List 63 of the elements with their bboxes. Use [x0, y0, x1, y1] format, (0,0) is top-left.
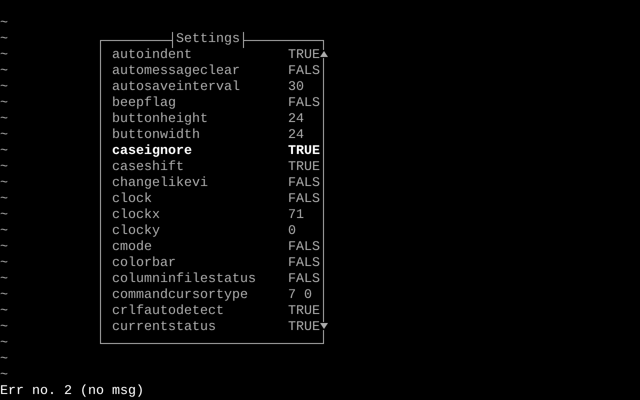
setting-value: FALS	[288, 176, 320, 192]
setting-name[interactable]: cmode	[112, 240, 288, 256]
setting-name[interactable]: colorbar	[112, 256, 288, 272]
empty-line-marker: ~	[0, 240, 8, 256]
empty-line-marker: ~	[0, 160, 8, 176]
setting-value: TRUE	[288, 304, 320, 320]
setting-name[interactable]: currentstatus	[112, 320, 288, 336]
empty-line-marker: ~	[0, 352, 8, 368]
setting-value: TRUE	[288, 160, 320, 176]
empty-line-marker: ~	[0, 112, 8, 128]
setting-value: 24	[288, 128, 305, 144]
setting-name[interactable]: beepflag	[112, 96, 288, 112]
setting-value: TRUE	[288, 144, 320, 160]
empty-line-marker: ~	[0, 336, 8, 352]
setting-value: 30	[288, 80, 305, 96]
status-message: Err no. 2 (no msg)	[0, 384, 144, 400]
setting-value: FALS	[288, 192, 320, 208]
setting-name[interactable]: commandcursortype	[112, 288, 288, 304]
setting-value: TRUE	[288, 320, 320, 336]
setting-name[interactable]: clock	[112, 192, 288, 208]
empty-line-marker: ~	[0, 304, 8, 320]
empty-line-marker: ~	[0, 208, 8, 224]
empty-line-marker: ~	[0, 176, 8, 192]
scroll-down-icon[interactable]	[320, 322, 328, 330]
empty-line-marker: ~	[0, 288, 8, 304]
setting-name[interactable]: caseignore	[112, 144, 288, 160]
empty-line-marker: ~	[0, 320, 8, 336]
setting-value: FALS	[288, 272, 320, 288]
empty-line-marker: ~	[0, 272, 8, 288]
setting-name[interactable]: columninfilestatus	[112, 272, 288, 288]
empty-line-marker: ~	[0, 128, 8, 144]
setting-name[interactable]: automessageclear	[112, 64, 288, 80]
setting-name[interactable]: clocky	[112, 224, 288, 240]
setting-value: 71	[288, 208, 305, 224]
empty-line-marker: ~	[0, 32, 8, 48]
empty-line-marker: ~	[0, 256, 8, 272]
setting-name[interactable]: autoindent	[112, 48, 288, 64]
empty-line-marker: ~	[0, 80, 8, 96]
setting-value: 24	[288, 112, 305, 128]
setting-name[interactable]: clockx	[112, 208, 288, 224]
empty-line-marker: ~	[0, 144, 8, 160]
empty-line-marker: ~	[0, 64, 8, 80]
setting-value: TRUE	[288, 48, 320, 64]
setting-value: FALS	[288, 96, 320, 112]
empty-line-marker: ~	[0, 192, 8, 208]
setting-name[interactable]: autosaveinterval	[112, 80, 288, 96]
setting-value: FALS	[288, 240, 320, 256]
empty-line-marker: ~	[0, 48, 8, 64]
setting-name[interactable]: caseshift	[112, 160, 288, 176]
empty-line-marker: ~	[0, 224, 8, 240]
setting-value: FALS	[288, 64, 320, 80]
empty-line-marker: ~	[0, 16, 8, 32]
dialog-title: Settings	[172, 32, 244, 48]
setting-name[interactable]: changelikevi	[112, 176, 288, 192]
setting-value: FALS	[288, 256, 320, 272]
setting-value: 7 0	[288, 288, 313, 304]
empty-line-marker: ~	[0, 368, 8, 384]
setting-name[interactable]: crlfautodetect	[112, 304, 288, 320]
setting-name[interactable]: buttonheight	[112, 112, 288, 128]
setting-value: 0	[288, 224, 297, 240]
scroll-up-icon[interactable]	[320, 50, 328, 58]
setting-name[interactable]: buttonwidth	[112, 128, 288, 144]
empty-line-marker: ~	[0, 96, 8, 112]
